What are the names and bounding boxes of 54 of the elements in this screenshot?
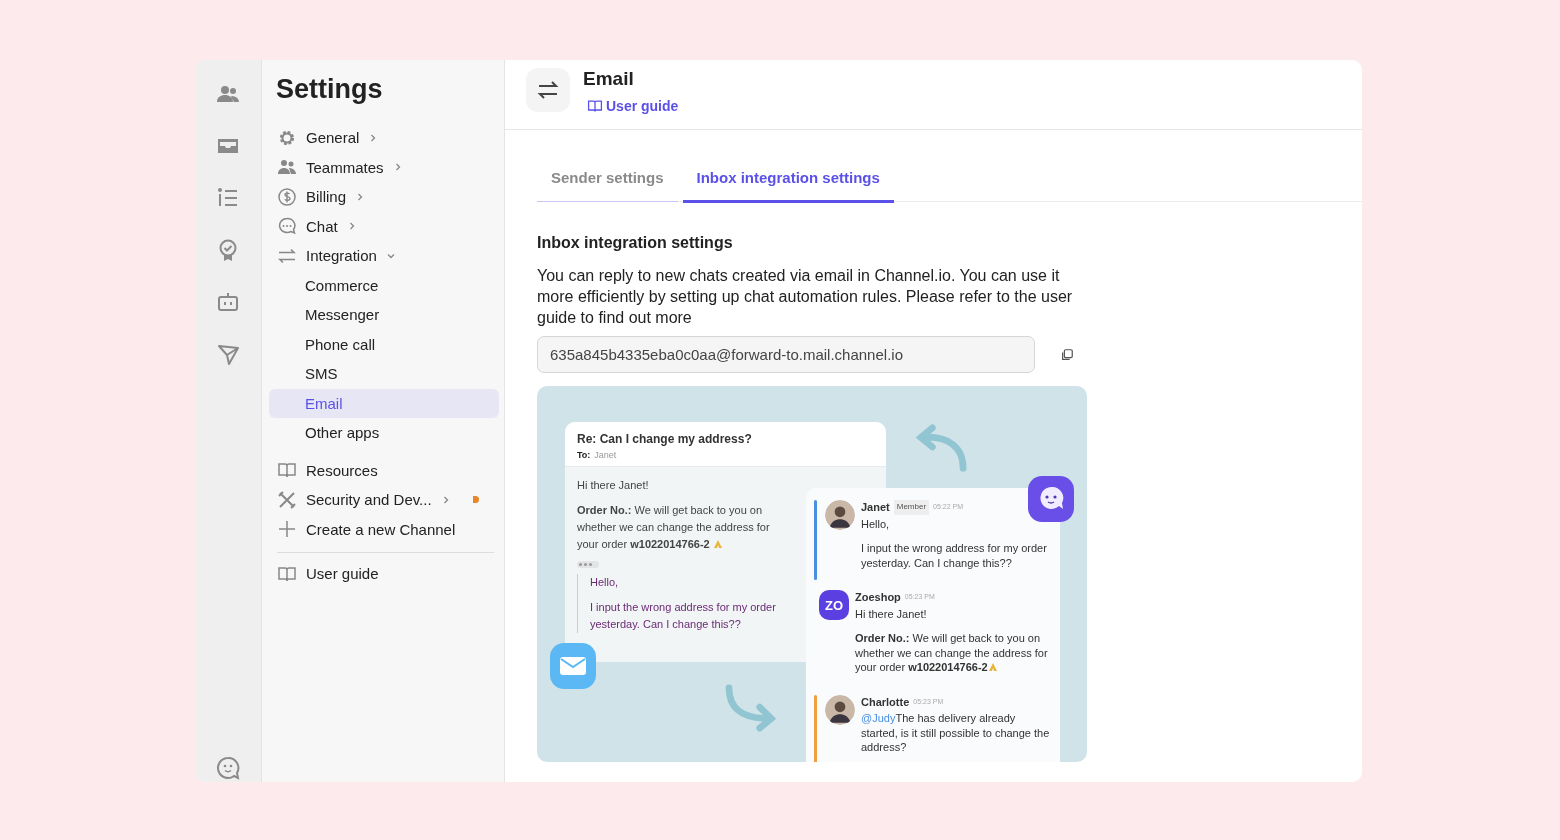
nav-item[interactable]: Billing [269,182,499,212]
nav-item[interactable]: Security and Dev... [269,485,499,515]
nav-item[interactable]: General [269,123,499,153]
nav-subitem[interactable]: Other apps [269,418,499,448]
nav-subitem[interactable]: Email [269,388,499,418]
bot-logo-icon [1028,476,1074,522]
message-text: Hello, [861,516,891,531]
copy-icon[interactable] [1060,347,1074,362]
envelope-icon [550,643,596,689]
robot-icon[interactable] [216,290,240,314]
message-text: Hi there Janet! [855,606,928,621]
nav-item[interactable]: Chat [269,211,499,241]
tools-icon [277,489,297,510]
avatar [825,500,855,530]
quoted-text: I input the wrong address for my order yesterday. Can I change this?? [590,600,777,632]
nav-item[interactable]: Teammates [269,152,499,182]
nav-item[interactable]: Create a new Channel [269,514,499,544]
nav-item[interactable]: Resources [269,455,499,485]
quoted-text: Hello, [590,575,620,590]
email-field[interactable]: 635a845b4335eba0c0aa@forward-to.mail.channel.io [537,336,1035,373]
page-title: Email [583,68,635,90]
tab[interactable]: Inbox integration settings [682,158,894,203]
recipient: Janet [594,450,617,460]
chat-icon [277,216,297,237]
smiley-chat-icon[interactable] [216,756,240,780]
email-body: Order No.: We will get back to you on whether we can change the address for your order w1022014766-2 [577,503,771,552]
nav-item[interactable]: Integration [269,241,499,271]
plus-icon [277,519,297,540]
send-icon[interactable] [216,342,240,366]
settings-title: Settings [275,74,384,105]
dollar-icon [277,186,297,207]
message-text: @JudyThe has delivery already started, is it still possible to change the address? [861,711,1050,755]
to-label: To: [577,450,591,460]
email-subject: Re: Can I change my address? [577,432,753,446]
section-heading: Inbox integration settings [537,234,734,252]
message-text: Order No.: We will get back to you on whether we can change the address for your order w1022014766-2 [855,631,1049,675]
member-tag: Member [893,500,930,515]
book-icon [587,98,603,114]
user-guide-link[interactable]: User guide [587,98,679,114]
nav-subitem[interactable]: Commerce [269,270,499,300]
message-text: I input the wrong address for my order yesterday. Can I change this?? [861,541,1048,570]
swap-icon [526,68,570,112]
sender-name: Janet [861,500,890,515]
shop-avatar: ZO [819,590,849,620]
avatar [825,694,855,725]
description: You can reply to new chats created via email in Channel.io. You can use it more efficiently by setting up chat automation rules. Please refer to the user guide to find out more [537,266,1074,328]
nav-subitem[interactable]: Phone call [269,329,499,359]
nav-subitem[interactable]: SMS [269,359,499,389]
sender-name: Charlotte [861,694,910,709]
nav-item[interactable]: User guide [269,559,499,589]
ellipsis-icon [577,561,599,568]
sender-name: Zoeshop [855,590,901,605]
nav-subitem[interactable]: Messenger [269,300,499,330]
email-greeting: Hi there Janet! [577,478,650,493]
